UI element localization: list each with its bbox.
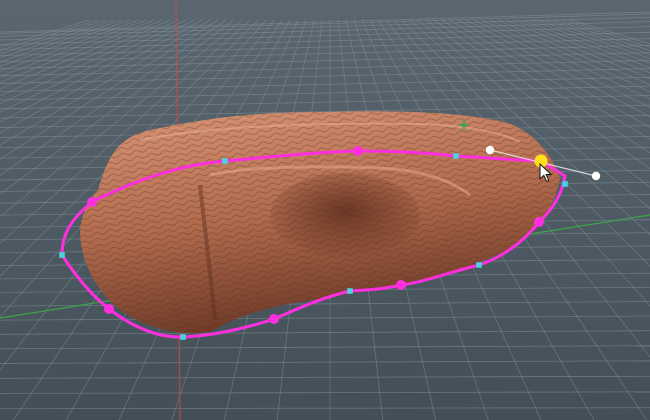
tangent-handle-start[interactable]: [485, 145, 495, 155]
spline-control-point[interactable]: [104, 304, 114, 314]
spline-control-point[interactable]: [87, 197, 97, 207]
viewport-canvas[interactable]: [0, 0, 650, 420]
spline-control-point[interactable]: [396, 280, 406, 290]
spline-control-point[interactable]: [353, 146, 363, 156]
spline-tangent-point[interactable]: [476, 262, 482, 268]
spline-tangent-point[interactable]: [59, 252, 65, 258]
spline-tangent-point[interactable]: [347, 288, 353, 294]
tangent-handle-end[interactable]: [591, 171, 601, 181]
spline-tangent-point[interactable]: [453, 153, 459, 159]
3d-viewport[interactable]: [0, 0, 650, 420]
spline-control-point[interactable]: [534, 217, 544, 227]
spline-tangent-point[interactable]: [562, 181, 568, 187]
spline-tangent-point[interactable]: [222, 158, 228, 164]
spline-tangent-point[interactable]: [180, 334, 186, 340]
spline-control-point[interactable]: [269, 314, 279, 324]
